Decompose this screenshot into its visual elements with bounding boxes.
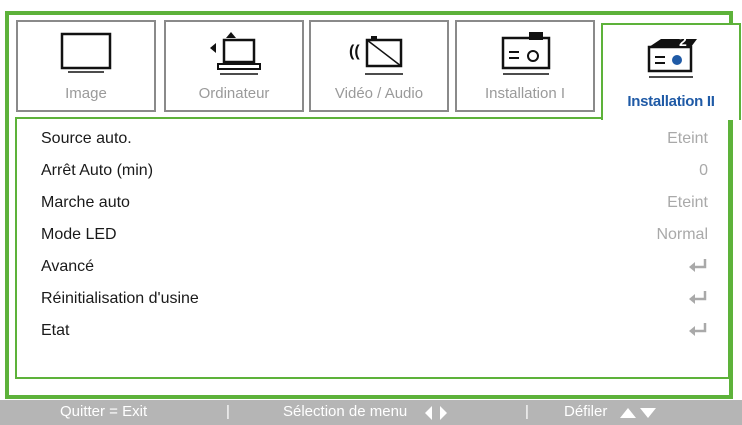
tab-label: Vidéo / Audio <box>334 85 424 102</box>
menu-item-avance[interactable]: Avancé <box>41 255 708 281</box>
svg-text:2: 2 <box>679 33 687 49</box>
menu-item-reinitialisation[interactable]: Réinitialisation d'usine <box>41 287 708 313</box>
tab-label: Image <box>65 85 107 102</box>
enter-icon <box>689 291 707 304</box>
tab-ordinateur[interactable]: Ordinateur <box>164 20 304 112</box>
footer-help-bar: Quitter = Exit | Sélection de menu | Déf… <box>0 400 742 425</box>
menu-item-mode-led[interactable]: Mode LED Normal <box>41 223 708 249</box>
menu-item-value: 0 <box>699 162 708 179</box>
tab-video-audio[interactable]: (( Vidéo / Audio <box>309 20 449 112</box>
image-icon <box>60 32 112 73</box>
video-audio-icon: (( <box>349 36 403 75</box>
computer-icon <box>210 32 261 75</box>
menu-item-label: Arrêt Auto (min) <box>41 162 154 179</box>
menu-item-value: Eteint <box>667 194 708 211</box>
tab-image[interactable]: Image <box>16 20 156 112</box>
menu-item-source-auto[interactable]: Source auto. Eteint <box>41 127 708 153</box>
footer-exit-hint: Quitter = Exit <box>60 403 148 420</box>
up-down-arrows-icon <box>620 408 656 418</box>
menu-item-label: Avancé <box>41 258 95 275</box>
menu-item-marche-auto[interactable]: Marche auto Eteint <box>41 191 708 217</box>
menu-item-value: Normal <box>656 226 708 243</box>
menu-item-label: Marche auto <box>41 194 130 211</box>
menu-item-value: Eteint <box>667 130 708 147</box>
footer-select-hint: Sélection de menu <box>283 403 408 420</box>
tab-label: Installation I <box>484 85 566 102</box>
footer-separator: | <box>226 403 230 420</box>
tab-label: Installation II <box>627 93 715 110</box>
enter-icon <box>689 259 707 272</box>
footer-separator: | <box>525 403 529 420</box>
menu-item-label: Mode LED <box>41 226 117 243</box>
tab-label: Ordinateur <box>198 85 270 102</box>
projector-2-icon: 2 <box>647 33 697 78</box>
footer-scroll-hint: Défiler <box>564 403 608 420</box>
menu-item-label: Réinitialisation d'usine <box>41 290 199 307</box>
projector-icon <box>501 32 551 75</box>
menu-item-etat[interactable]: Etat <box>41 319 708 345</box>
menu-item-label: Source auto. <box>41 130 132 147</box>
menu-item-arret-auto[interactable]: Arrêt Auto (min) 0 <box>41 159 708 185</box>
menu-item-label: Etat <box>41 322 70 339</box>
tab-installation-i[interactable]: Installation I <box>455 20 595 112</box>
left-right-arrows-icon <box>425 406 447 420</box>
menu-panel: Source auto. Eteint Arrêt Auto (min) 0 M… <box>15 117 730 379</box>
svg-text:((: (( <box>349 43 360 60</box>
tab-installation-ii[interactable]: 2 Installation II <box>601 23 741 120</box>
enter-icon <box>689 323 707 336</box>
